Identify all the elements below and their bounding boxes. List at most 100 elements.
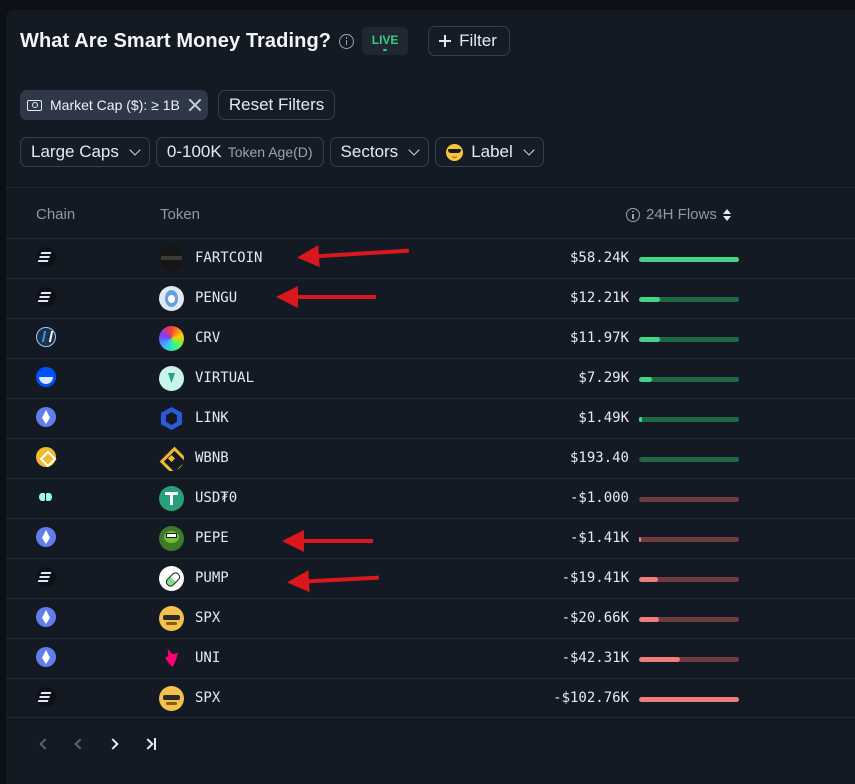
- table-row[interactable]: VIRTUAL $7.29K: [6, 358, 855, 398]
- table-row[interactable]: LINK $1.49K: [6, 398, 855, 438]
- flow-bar: [639, 377, 739, 382]
- ethereum-chain-icon: [36, 647, 56, 667]
- link-token-icon: [159, 406, 184, 431]
- flow-value: $1.49K: [578, 410, 629, 426]
- token-name[interactable]: WBNB: [195, 450, 229, 466]
- sectors-dropdown-label: Sectors: [340, 142, 399, 161]
- money-icon: [27, 99, 42, 111]
- chevron-down-icon: [129, 143, 141, 156]
- token-name[interactable]: SPX: [195, 690, 220, 706]
- table-row[interactable]: PENGU $12.21K: [6, 278, 855, 318]
- previous-page-icon[interactable]: [72, 737, 86, 751]
- table-row[interactable]: CRV $11.97K: [6, 318, 855, 358]
- arbitrum-chain-icon: [36, 327, 56, 347]
- table-row[interactable]: SPX -$102.76K: [6, 678, 855, 718]
- column-header-chain: Chain: [36, 206, 76, 223]
- sectors-dropdown[interactable]: Sectors: [329, 137, 430, 167]
- fartcoin-token-icon: [159, 246, 184, 271]
- token-name[interactable]: PUMP: [195, 570, 229, 586]
- market-cap-chip-label: Market Cap ($): ≥ 1B: [50, 97, 180, 113]
- close-icon[interactable]: [188, 98, 202, 112]
- pengu-token-icon: [159, 286, 184, 311]
- pepe-token-icon: [159, 526, 184, 551]
- reset-filters-button[interactable]: Reset Filters: [217, 90, 336, 120]
- flow-bar: [639, 617, 739, 622]
- ethereum-chain-icon: [36, 407, 56, 427]
- info-icon[interactable]: [626, 207, 640, 222]
- live-label: LIVE: [371, 33, 399, 47]
- last-page-icon[interactable]: [142, 737, 158, 751]
- bnb-chain-icon: [36, 447, 56, 467]
- plus-icon: [439, 35, 452, 47]
- flow-bar-fill: [639, 697, 739, 702]
- token-table-body: FARTCOIN $58.24K PENGU $12.21K CRV $11.97K VIR…: [6, 238, 855, 718]
- table-row[interactable]: USD₮0 -$1.000: [6, 478, 855, 518]
- next-page-icon[interactable]: [107, 737, 122, 751]
- flow-bar: [639, 457, 739, 462]
- flow-bar: [639, 657, 739, 662]
- column-header-flows-label: 24H Flows: [646, 206, 717, 223]
- flow-bar-fill: [639, 297, 660, 302]
- ethereum-chain-icon: [36, 607, 56, 627]
- chevron-down-icon: [523, 143, 535, 156]
- flow-value: $7.29K: [578, 370, 629, 386]
- token-name[interactable]: VIRTUAL: [195, 370, 254, 386]
- sort-icon[interactable]: [722, 208, 731, 222]
- token-name[interactable]: PENGU: [195, 290, 237, 306]
- solana-chain-icon: [36, 247, 56, 267]
- token-name[interactable]: UNI: [195, 650, 220, 666]
- table-row[interactable]: SPX -$20.66K: [6, 598, 855, 638]
- flow-bar: [639, 697, 739, 702]
- solana-chain-icon: [36, 687, 56, 707]
- flow-bar: [639, 417, 739, 422]
- flow-value: -$1.000: [569, 490, 629, 506]
- column-header-token: Token: [160, 206, 201, 223]
- page-title: What Are Smart Money Trading?: [20, 29, 332, 52]
- flow-value: -$20.66K: [561, 610, 629, 626]
- add-filter-button[interactable]: Filter: [428, 26, 510, 56]
- table-header: Chain Token 24H Flows: [6, 198, 855, 238]
- virtual-token-icon: [159, 366, 184, 391]
- live-indicator-icon: [383, 49, 388, 51]
- token-name[interactable]: PEPE: [195, 530, 229, 546]
- flow-bar: [639, 337, 739, 342]
- flow-bar: [639, 537, 739, 542]
- flow-bar: [639, 257, 739, 262]
- info-icon[interactable]: [339, 33, 355, 49]
- table-row[interactable]: PUMP -$19.41K: [6, 558, 855, 598]
- size-dropdown[interactable]: Large Caps: [20, 137, 150, 167]
- flow-bar-fill: [639, 337, 660, 342]
- table-row[interactable]: WBNB $193.40: [6, 438, 855, 478]
- token-name[interactable]: USD₮0: [195, 490, 237, 506]
- first-page-icon[interactable]: [36, 737, 51, 751]
- token-name[interactable]: LINK: [195, 410, 229, 426]
- active-filter-row: Market Cap ($): ≥ 1B Reset Filters: [20, 90, 336, 120]
- label-dropdown[interactable]: Label: [435, 137, 544, 167]
- usd0-token-icon: [159, 486, 184, 511]
- flow-value: -$102.76K: [553, 690, 629, 706]
- flow-value: $58.24K: [569, 250, 629, 266]
- column-header-flows[interactable]: 24H Flows: [626, 206, 731, 223]
- token-age-label: Token Age(D): [227, 144, 313, 160]
- table-row[interactable]: UNI -$42.31K: [6, 638, 855, 678]
- market-cap-filter-chip[interactable]: Market Cap ($): ≥ 1B: [20, 90, 208, 120]
- flow-bar: [639, 497, 739, 502]
- flow-value: -$1.41K: [569, 530, 629, 546]
- token-age-value: 0-100K: [166, 142, 222, 161]
- token-age-filter[interactable]: 0-100K Token Age(D): [155, 137, 324, 167]
- token-name[interactable]: SPX: [195, 610, 220, 626]
- flow-value: $12.21K: [569, 290, 629, 306]
- hyperliquid-chain-icon: [36, 487, 56, 507]
- solana-chain-icon: [36, 287, 56, 307]
- flow-bar: [639, 577, 739, 582]
- token-name[interactable]: FARTCOIN: [195, 250, 262, 266]
- label-dropdown-label: Label: [471, 142, 513, 161]
- table-row[interactable]: FARTCOIN $58.24K: [6, 238, 855, 278]
- flow-bar-fill: [639, 417, 642, 422]
- wbnb-token-icon: [159, 446, 184, 471]
- flow-bar-fill: [639, 377, 652, 382]
- token-name[interactable]: CRV: [195, 330, 220, 346]
- table-row[interactable]: PEPE -$1.41K: [6, 518, 855, 558]
- pagination: [36, 737, 180, 751]
- solana-chain-icon: [36, 567, 56, 587]
